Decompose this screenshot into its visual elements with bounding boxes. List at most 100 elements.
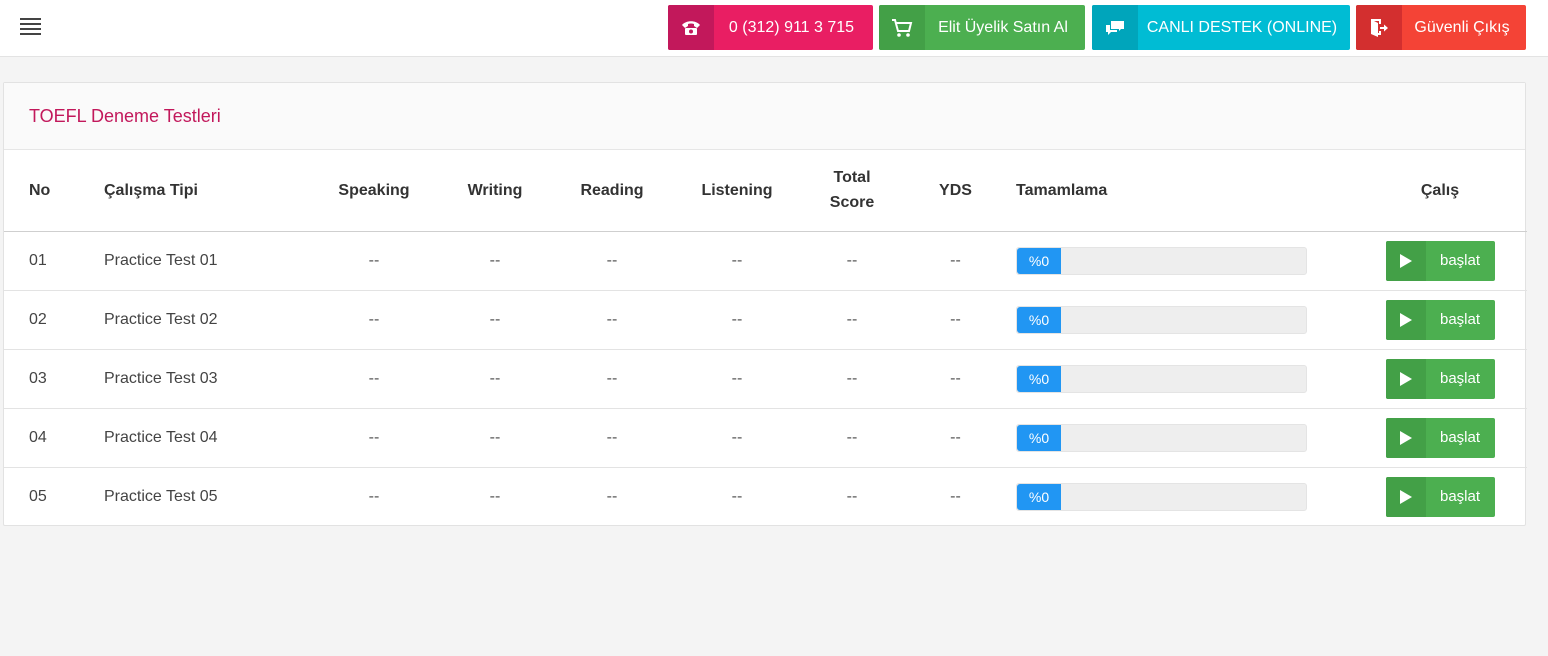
completion-progress-bar: %0 (1016, 482, 1307, 511)
cell-reading: -- (551, 290, 673, 350)
top-navbar: 0 (312) 911 3 715 Elit Üyelik Satın Al C… (0, 0, 1548, 57)
table-row: 01 Practice Test 01 -- -- -- -- -- -- %0… (4, 231, 1527, 291)
elite-membership-button[interactable]: Elit Üyelik Satın Al (879, 5, 1085, 50)
start-button-label: başlat (1439, 429, 1481, 446)
cell-no: 04 (4, 408, 79, 468)
cell-action: başlat (1353, 467, 1527, 526)
phone-button-label: 0 (312) 911 3 715 (728, 18, 855, 36)
play-icon (1385, 358, 1426, 399)
completion-progress-bar: %0 (1016, 423, 1307, 452)
cell-completion: %0 (1008, 290, 1353, 350)
col-header-total-line2: Score (829, 194, 875, 212)
cell-no: 05 (29, 487, 47, 505)
cell-type: Practice Test 03 (79, 349, 309, 409)
cell-writing: -- (439, 290, 551, 350)
cell-speaking: -- (309, 408, 439, 468)
start-button-label: başlat (1439, 252, 1481, 269)
start-button[interactable]: başlat (1385, 240, 1495, 281)
cell-yds: -- (903, 290, 1008, 350)
cell-type: Practice Test 04 (79, 408, 309, 468)
logout-button[interactable]: Güvenli Çıkış (1356, 5, 1526, 50)
col-header-listening: Listening (673, 150, 801, 232)
col-header-writing: Writing (439, 150, 551, 232)
cell-listening: -- (731, 487, 743, 505)
cell-listening: -- (673, 349, 801, 409)
col-header-reading: Reading (551, 150, 673, 232)
completion-progress-bar: %0 (1016, 305, 1307, 334)
start-button-label: başlat (1439, 370, 1481, 387)
shopping-cart-icon (879, 5, 925, 50)
phone-button[interactable]: 0 (312) 911 3 715 (668, 5, 873, 50)
cell-type: Practice Test 05 (104, 487, 218, 505)
play-icon (1385, 240, 1426, 281)
completion-progress-fill: %0 (1017, 483, 1061, 510)
cell-listening: -- (673, 231, 801, 291)
cell-action: başlat (1353, 408, 1527, 468)
col-header-yds: YDS (903, 150, 1008, 232)
cell-listening: -- (673, 290, 801, 350)
col-header-total-score: Total Score (801, 150, 903, 232)
cell-action: başlat (1353, 349, 1527, 409)
cell-action: başlat (1353, 290, 1527, 350)
tests-table: No Çalışma Tipi Speaking Writing Reading… (4, 150, 1527, 526)
col-header-type: Çalışma Tipi (79, 150, 309, 232)
play-icon (1385, 476, 1426, 517)
cell-listening: -- (673, 408, 801, 468)
card-title: TOEFL Deneme Testleri (29, 105, 221, 126)
col-header-no: No (4, 150, 79, 232)
start-button[interactable]: başlat (1385, 299, 1495, 340)
hamburger-menu-icon[interactable] (20, 18, 41, 36)
live-support-button[interactable]: CANLI DESTEK (ONLINE) (1092, 5, 1350, 50)
cell-no: 02 (4, 290, 79, 350)
cell-yds: -- (903, 408, 1008, 468)
start-button-label: başlat (1439, 488, 1481, 506)
completion-progress-fill: %0 (1017, 365, 1061, 392)
start-button[interactable]: başlat (1385, 358, 1495, 399)
table-row: 02 Practice Test 02 -- -- -- -- -- -- %0… (4, 290, 1527, 350)
cell-yds: -- (903, 231, 1008, 291)
col-header-completion: Tamamlama (1008, 150, 1353, 232)
cell-writing: -- (439, 231, 551, 291)
cell-yds: -- (950, 487, 961, 505)
col-header-action: Çalış (1353, 150, 1527, 232)
cell-completion: %0 (1008, 231, 1353, 291)
cell-no: 03 (4, 349, 79, 409)
completion-progress-bar: %0 (1016, 364, 1307, 393)
cell-total-score: -- (801, 231, 903, 291)
cell-total-score: -- (801, 290, 903, 350)
chat-bubbles-icon (1092, 5, 1138, 50)
start-button[interactable]: başlat (1385, 417, 1495, 458)
cell-writing: -- (439, 408, 551, 468)
cell-speaking: -- (368, 487, 380, 505)
table-row: 03 Practice Test 03 -- -- -- -- -- -- %0… (4, 349, 1527, 409)
cell-writing: -- (489, 487, 501, 505)
exit-door-icon (1356, 5, 1402, 50)
cell-reading: -- (551, 231, 673, 291)
cell-reading: -- (606, 487, 618, 505)
cell-no: 01 (4, 231, 79, 291)
cell-action: başlat (1353, 231, 1527, 291)
col-header-speaking: Speaking (309, 150, 439, 232)
phone-icon (668, 5, 714, 50)
cell-completion: %0 (1008, 467, 1353, 526)
table-header-row: No Çalışma Tipi Speaking Writing Reading… (4, 150, 1527, 232)
elite-membership-label: Elit Üyelik Satın Al (938, 18, 1068, 36)
col-header-total-line1: Total (833, 169, 871, 187)
completion-progress-fill: %0 (1017, 424, 1061, 451)
cell-total-score: -- (801, 349, 903, 409)
live-support-label: CANLI DESTEK (ONLINE) (1146, 18, 1338, 36)
completion-progress-bar: %0 (1016, 246, 1307, 275)
table-row: 05 Practice Test 05 -- -- -- -- -- -- %0… (4, 467, 1527, 526)
table-row: 04 Practice Test 04 -- -- -- -- -- -- %0… (4, 408, 1527, 468)
cell-completion: %0 (1008, 349, 1353, 409)
cell-total-score: -- (846, 487, 858, 505)
play-icon (1385, 417, 1426, 458)
cell-writing: -- (439, 349, 551, 409)
start-button-label: başlat (1439, 311, 1481, 328)
cell-completion: %0 (1008, 408, 1353, 468)
completion-progress-fill: %0 (1017, 247, 1061, 274)
start-button[interactable]: başlat (1385, 476, 1495, 517)
cell-speaking: -- (309, 290, 439, 350)
card-header: TOEFL Deneme Testleri (4, 83, 1525, 150)
cell-type: Practice Test 02 (79, 290, 309, 350)
